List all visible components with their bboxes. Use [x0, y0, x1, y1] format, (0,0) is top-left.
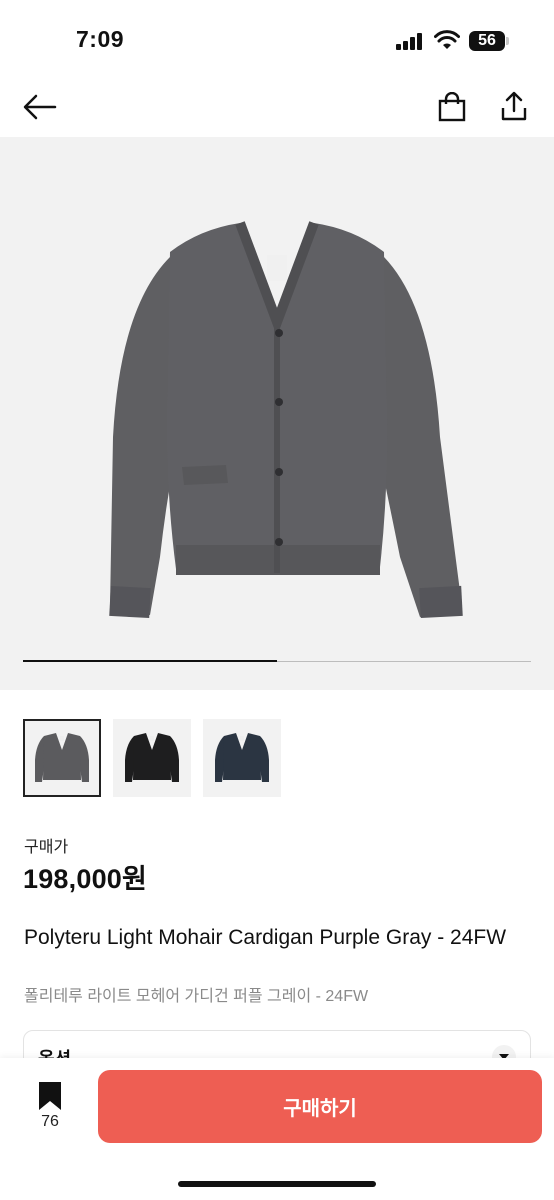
- thumbnail-3[interactable]: [203, 719, 281, 797]
- share-button[interactable]: [494, 86, 534, 126]
- product-subtitle: 폴리테루 라이트 모헤어 가디건 퍼플 그레이 - 24FW: [24, 988, 369, 1005]
- back-button[interactable]: [20, 87, 60, 127]
- bookmark-icon: [39, 1082, 61, 1110]
- price-label: 구매가: [24, 839, 69, 856]
- cellular-signal-icon: [396, 33, 424, 50]
- gallery-progress-fill: [23, 660, 277, 662]
- shopping-bag-icon: [438, 92, 466, 122]
- status-time: 7:09: [76, 26, 125, 52]
- thumbnail-image: [215, 733, 269, 782]
- shopping-bag-button[interactable]: [432, 87, 472, 127]
- thumbnail-image: [35, 733, 89, 782]
- battery-icon: 56: [469, 31, 505, 51]
- product-image-gallery[interactable]: [0, 137, 554, 690]
- arrow-left-icon: [23, 94, 57, 120]
- product-title: Polyteru Light Mohair Cardigan Purple Gr…: [24, 926, 507, 949]
- thumbnail-image: [125, 733, 179, 782]
- home-indicator: [178, 1181, 376, 1187]
- share-icon: [501, 91, 527, 121]
- battery-nub: [506, 37, 509, 45]
- thumbnail-2[interactable]: [113, 719, 191, 797]
- thumbnail-1[interactable]: [23, 719, 101, 797]
- buy-button[interactable]: 구매하기: [98, 1070, 542, 1143]
- wifi-icon: [434, 30, 460, 49]
- price: 198,000원: [23, 864, 148, 894]
- product-image: [109, 221, 463, 619]
- bookmark-count: 76: [41, 1113, 59, 1130]
